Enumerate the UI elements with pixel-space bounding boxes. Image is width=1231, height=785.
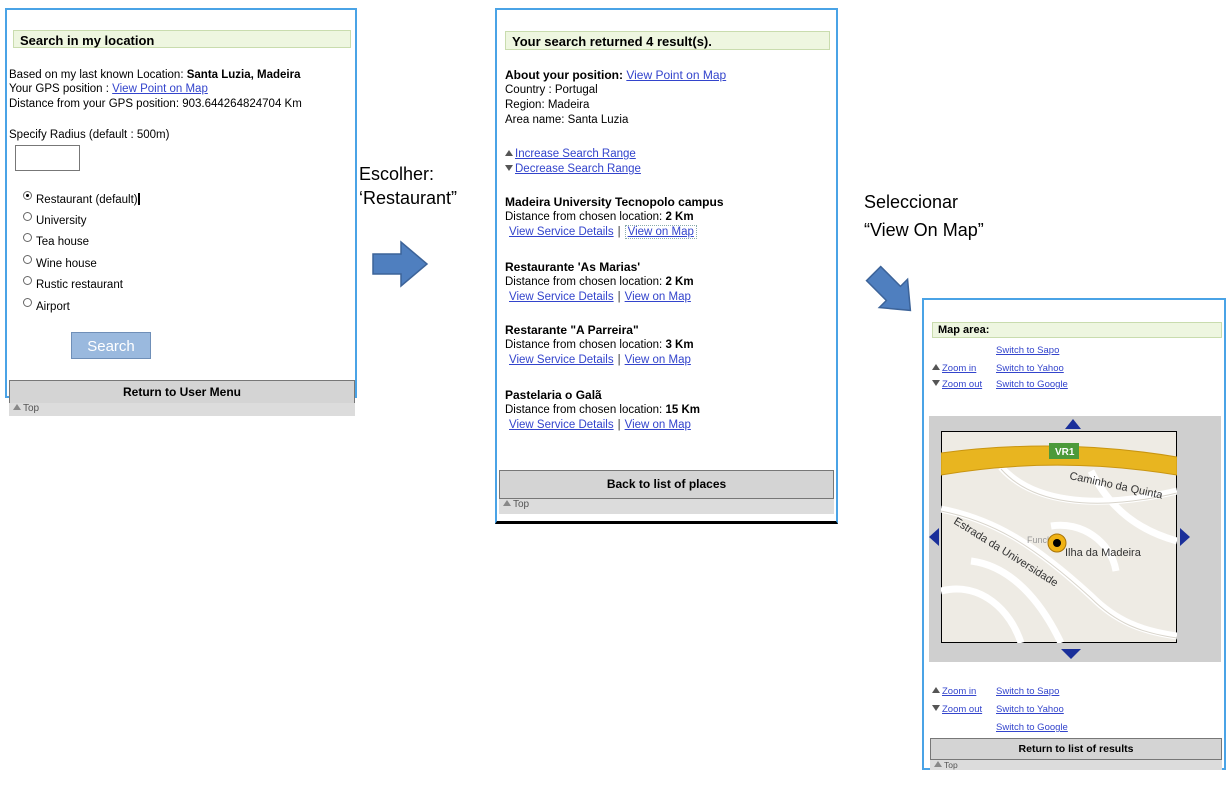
zoom-out-link[interactable]: Zoom out bbox=[942, 379, 982, 390]
caption-seleccionar: Seleccionar “View On Map” bbox=[864, 192, 984, 240]
view-service-details-link[interactable]: View Service Details bbox=[509, 419, 614, 431]
decrease-arrow-icon bbox=[505, 165, 513, 171]
right-arrow-icon bbox=[372, 240, 429, 288]
pan-left-icon[interactable] bbox=[929, 528, 939, 546]
about-position-line: About your position: View Point on Map bbox=[505, 68, 727, 82]
result-distance: Distance from chosen location: 15 Km bbox=[505, 404, 700, 416]
pan-down-icon[interactable] bbox=[1061, 649, 1081, 659]
caption-escolher: Escolher: ‘Restaurant” bbox=[359, 164, 458, 208]
up-arrow-icon bbox=[934, 761, 942, 767]
zoom-out-icon bbox=[932, 705, 940, 711]
zoom-in-link-bottom[interactable]: Zoom in bbox=[942, 686, 976, 697]
view-on-map-link[interactable]: View on Map bbox=[624, 225, 697, 239]
increase-arrow-icon bbox=[505, 150, 513, 156]
zoom-out-icon bbox=[932, 380, 940, 386]
view-on-map-link[interactable]: View on Map bbox=[625, 419, 691, 431]
category-radio-group: Restaurant (default) University Tea hous… bbox=[23, 191, 140, 323]
radius-label: Specify Radius (default : 500m) bbox=[9, 129, 170, 141]
pan-up-icon[interactable] bbox=[1065, 419, 1081, 429]
view-service-details-link[interactable]: View Service Details bbox=[509, 291, 614, 303]
up-arrow-icon bbox=[13, 404, 21, 410]
result-distance: Distance from chosen location: 2 Km bbox=[505, 276, 694, 288]
search-screen: Search in my location Based on my last k… bbox=[5, 8, 357, 416]
radio-selected-icon bbox=[23, 191, 32, 200]
result-name: Madeira University Tecnopolo campus bbox=[505, 195, 724, 209]
place-label: Ilha da Madeira bbox=[1065, 547, 1142, 559]
country-text: Country : Portugal bbox=[505, 84, 598, 96]
up-arrow-icon bbox=[503, 500, 511, 506]
result-name: Restaurante 'As Marias' bbox=[505, 260, 641, 274]
result-item: Pastelaria o Galã Distance from chosen l… bbox=[505, 388, 700, 431]
radio-restaurant[interactable]: Restaurant (default) bbox=[23, 191, 140, 215]
radio-rustic-restaurant[interactable]: Rustic restaurant bbox=[23, 276, 140, 301]
return-to-list-of-results-button[interactable]: Return to list of results bbox=[930, 738, 1222, 760]
view-service-details-link[interactable]: View Service Details bbox=[509, 354, 614, 366]
radio-university[interactable]: University bbox=[23, 211, 140, 237]
map-panel: VR1 Caminho da Quinta Estrada da Univers… bbox=[929, 416, 1221, 662]
switch-google-link[interactable]: Switch to Google bbox=[996, 379, 1068, 390]
result-item: Restaurante 'As Marias' Distance from ch… bbox=[505, 260, 694, 303]
search-button[interactable]: Search bbox=[71, 332, 151, 359]
radio-icon bbox=[23, 233, 32, 242]
increase-range-link[interactable]: Increase Search Range bbox=[505, 147, 636, 162]
map-tile[interactable]: VR1 Caminho da Quinta Estrada da Univers… bbox=[941, 431, 1177, 643]
radio-icon bbox=[23, 254, 32, 264]
zoom-out-link-bottom[interactable]: Zoom out bbox=[942, 704, 982, 715]
result-name: Restarante "A Parreira" bbox=[505, 323, 639, 337]
area-text: Area name: Santa Luzia bbox=[505, 114, 629, 126]
about-view-point-link[interactable]: View Point on Map bbox=[626, 68, 726, 82]
view-service-details-link[interactable]: View Service Details bbox=[509, 226, 614, 238]
view-point-on-map-link[interactable]: View Point on Map bbox=[112, 83, 208, 95]
zoom-in-icon bbox=[932, 687, 940, 693]
switch-yahoo-link-bottom[interactable]: Switch to Yahoo bbox=[996, 704, 1064, 715]
view-on-map-link[interactable]: View on Map bbox=[625, 291, 691, 303]
last-location-line: Based on my last known Location: Santa L… bbox=[9, 69, 301, 81]
result-distance: Distance from chosen location: 3 Km bbox=[505, 339, 694, 351]
switch-yahoo-link[interactable]: Switch to Yahoo bbox=[996, 363, 1064, 374]
switch-sapo-link[interactable]: Switch to Sapo bbox=[996, 345, 1059, 356]
zoom-in-link[interactable]: Zoom in bbox=[942, 363, 976, 374]
last-location-value: Santa Luzia, Madeira bbox=[186, 69, 301, 81]
map-screen: Map area: Switch to Sapo Zoom in Switch … bbox=[922, 298, 1226, 770]
radius-input[interactable] bbox=[15, 145, 80, 171]
pan-right-icon[interactable] bbox=[1180, 528, 1190, 546]
top-link[interactable]: Top bbox=[930, 760, 1222, 770]
result-name: Pastelaria o Galã bbox=[505, 388, 602, 402]
view-on-map-link[interactable]: View on Map bbox=[625, 354, 691, 366]
decrease-range-link[interactable]: Decrease Search Range bbox=[505, 162, 641, 177]
road-badge: VR1 bbox=[1055, 447, 1075, 458]
result-item: Madeira University Tecnopolo campus Dist… bbox=[505, 195, 724, 239]
switch-sapo-link-bottom[interactable]: Switch to Sapo bbox=[996, 686, 1059, 697]
switch-google-link-bottom[interactable]: Switch to Google bbox=[996, 722, 1068, 733]
result-distance: Distance from chosen location: 2 Km bbox=[505, 211, 694, 223]
radio-wine-house[interactable]: Wine house bbox=[23, 254, 140, 280]
results-screen: Your search returned 4 result(s). About … bbox=[495, 8, 838, 524]
region-text: Region: Madeira bbox=[505, 99, 590, 111]
gps-distance: Distance from your GPS position: 903.644… bbox=[9, 98, 302, 110]
result-item: Restarante "A Parreira" Distance from ch… bbox=[505, 323, 694, 366]
radio-icon bbox=[23, 276, 32, 285]
search-header: Search in my location bbox=[13, 30, 351, 48]
back-to-list-button[interactable]: Back to list of places bbox=[499, 470, 834, 499]
return-to-user-menu-button[interactable]: Return to User Menu bbox=[9, 380, 355, 404]
results-header: Your search returned 4 result(s). bbox=[505, 31, 830, 50]
radio-icon bbox=[23, 297, 32, 307]
zoom-in-icon bbox=[932, 364, 940, 370]
radio-airport[interactable]: Airport bbox=[23, 297, 140, 323]
gps-line: Your GPS position : View Point on Map bbox=[9, 83, 208, 95]
radio-icon bbox=[23, 211, 32, 221]
radio-tea-house[interactable]: Tea house bbox=[23, 233, 140, 258]
map-header: Map area: bbox=[932, 322, 1222, 338]
top-link[interactable]: Top bbox=[499, 499, 834, 514]
down-right-arrow-icon bbox=[865, 265, 912, 312]
top-link[interactable]: Top bbox=[9, 403, 355, 416]
